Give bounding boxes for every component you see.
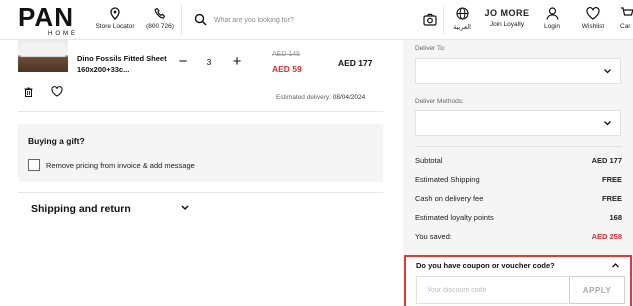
gift-title: Buying a gift? [28,136,85,146]
store-locator-button[interactable]: Store Locator [93,7,137,37]
summary-value: AED 177 [591,156,622,165]
wishlist-button[interactable]: Wishlist [576,7,610,37]
camera-icon[interactable] [423,13,437,26]
cart-button[interactable]: Car [620,7,633,37]
summary-label: Estimated Shipping [415,175,480,184]
user-icon [545,7,559,20]
login-label: Login [544,23,560,30]
language-switch[interactable]: العربية [448,7,476,37]
join-loyalty-label: Join Loyalty [489,21,525,28]
remove-pricing-label[interactable]: Remove pricing from invoice & add messag… [46,161,195,170]
original-price: AED 145 [272,51,301,58]
logo-text: PAN [18,2,74,32]
deliver-methods-select[interactable] [415,110,621,136]
store-locator-label: Store Locator [95,23,135,30]
add-to-wishlist-icon[interactable] [51,86,63,97]
wishlist-label: Wishlist [581,23,605,30]
summary-label: Estimated loyalty points [415,213,494,222]
gift-section: Buying a gift? Remove pricing from invoi… [18,124,383,182]
coupon-section: Do you have coupon or voucher code? APPL… [404,255,632,306]
chevron-down-icon [604,69,611,74]
globe-icon [455,7,469,20]
deliver-to-select[interactable] [415,58,621,84]
site-header: PAN HOME Store Locator (800 726) What ar… [0,0,633,40]
language-label: العربية [453,24,471,31]
join-loyalty-button[interactable]: JO MORE Join Loyalty [484,7,530,37]
quantity-decrease-button[interactable]: − [175,54,191,70]
product-name[interactable]: Dino Fossils Fitted Sheet 160x200+33c... [77,53,167,75]
estimated-delivery-label: Estimated delivery: [276,94,331,101]
phone-number: (800 726) [146,23,174,30]
sale-price: AED 59 [272,64,302,74]
phone-button[interactable]: (800 726) [142,7,178,37]
summary-row-cod-fee: Cash on delivery fee FREE [415,194,622,203]
cart-icon [621,7,633,16]
summary-divider [415,146,622,147]
summary-label: Subtotal [415,156,443,165]
summary-row-you-saved: You saved: AED 258 [415,232,622,241]
summary-value: FREE [601,175,622,184]
deliver-to-label: Deliver To: [415,45,446,52]
summary-row-shipping: Estimated Shipping FREE [415,175,622,184]
summary-value: 168 [609,213,622,222]
quantity-increase-button[interactable]: + [229,54,245,70]
remove-pricing-checkbox[interactable] [28,159,40,171]
heart-icon [586,7,600,20]
summary-value: AED 258 [591,232,622,241]
summary-label: Cash on delivery fee [415,194,484,203]
deliver-methods-label: Deliver Methods: [415,98,464,105]
pan-home-logo[interactable]: PAN HOME [18,4,90,38]
chevron-down-icon [604,121,611,126]
product-image[interactable] [18,40,68,72]
coupon-field-wrapper [416,276,568,304]
summary-row-loyalty-points: Estimated loyalty points 168 [415,213,622,222]
cart-label: Car [620,23,631,30]
summary-label: You saved: [415,232,452,241]
login-button[interactable]: Login [538,7,566,37]
coupon-question[interactable]: Do you have coupon or voucher code? [416,261,555,270]
search-bar[interactable] [181,5,444,35]
search-icon[interactable] [194,13,207,26]
logo-subtext: HOME [48,31,78,37]
quantity-value: 3 [206,57,212,67]
discount-code-input[interactable] [417,278,565,302]
trash-icon[interactable] [24,87,33,97]
chevron-up-icon[interactable] [611,262,620,269]
location-pin-icon [110,7,120,20]
summary-row-subtotal: Subtotal AED 177 [415,156,622,165]
product-divider [18,111,383,112]
apply-button[interactable]: APPLY [569,276,625,304]
jo-more-logo: JO MORE [484,8,530,18]
chevron-down-icon[interactable] [180,204,190,212]
search-input[interactable] [214,12,404,28]
estimated-delivery-date: 08/04/2024 [332,94,366,101]
line-total: AED 177 [338,58,373,68]
summary-value: FREE [601,194,622,203]
phone-icon [154,7,166,19]
estimated-delivery: Estimated delivery: 08/04/2024 [276,94,365,101]
shipping-return-toggle[interactable]: Shipping and return [31,203,131,215]
gift-divider [18,192,383,193]
